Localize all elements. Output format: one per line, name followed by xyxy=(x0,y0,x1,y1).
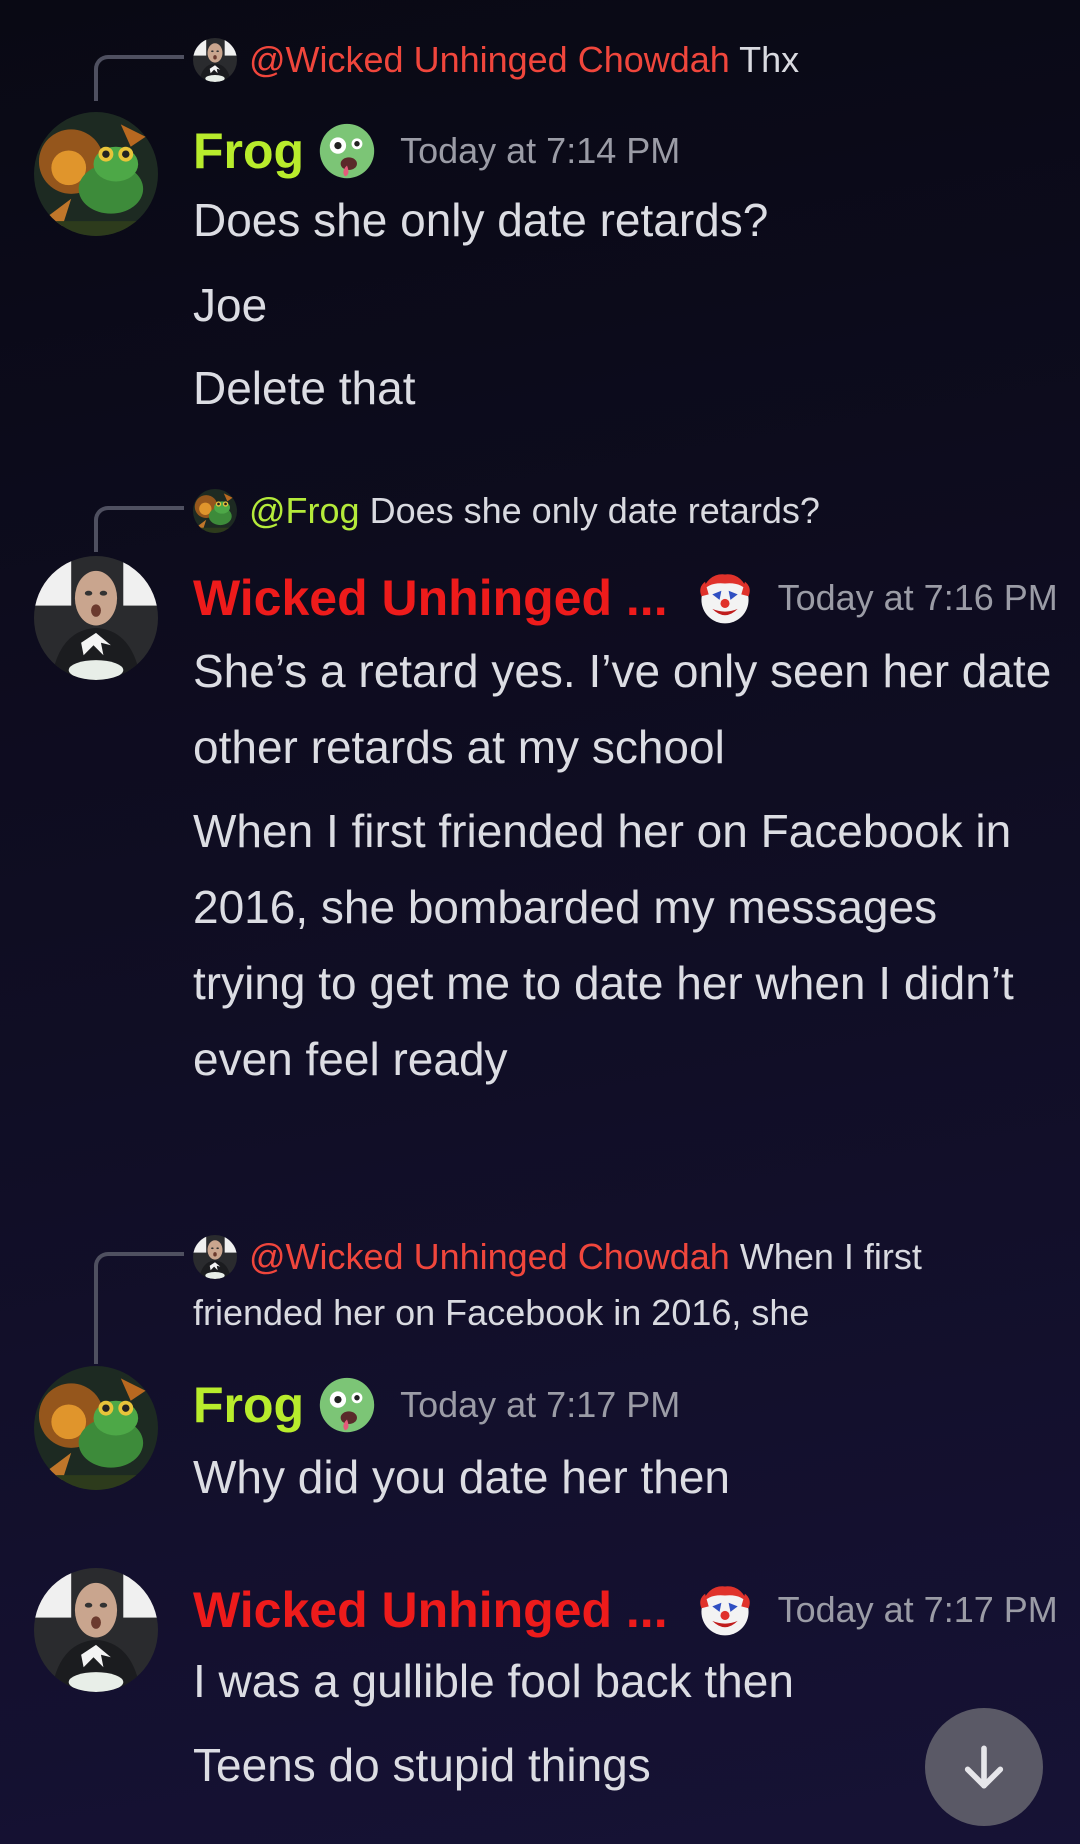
message-header: Wicked Unhinged ... Today at 7:17 PM xyxy=(193,1575,1058,1645)
clown-face-icon xyxy=(696,1581,754,1639)
message-header: Frog Today at 7:14 PM xyxy=(193,116,680,186)
reply-preview[interactable]: @Frog Does she only date retards? xyxy=(193,483,820,539)
author-name[interactable]: Wicked Unhinged ... xyxy=(193,1581,668,1639)
reply-connector xyxy=(94,1252,184,1364)
reply-connector xyxy=(94,506,184,552)
author-name[interactable]: Frog xyxy=(193,122,304,180)
chat-messages[interactable]: @Wicked Unhinged Chowdah Thx Frog Today … xyxy=(0,0,1080,1844)
reply-preview[interactable]: @Wicked Unhinged Chowdah Thx xyxy=(193,32,799,88)
avatar[interactable] xyxy=(34,1366,158,1490)
clown-face-icon xyxy=(696,569,754,627)
reply-preview[interactable]: @Wicked Unhinged Chowdah When I first fr… xyxy=(193,1229,1013,1341)
timestamp: Today at 7:14 PM xyxy=(400,130,681,171)
reply-text: Thx xyxy=(739,39,800,80)
reply-connector xyxy=(94,55,184,101)
reply-avatar xyxy=(193,489,237,533)
message-text: Teens do stupid things xyxy=(193,1739,651,1791)
reply-avatar xyxy=(193,38,237,82)
zombie-face-icon xyxy=(318,1376,376,1434)
avatar[interactable] xyxy=(34,556,158,680)
author-name[interactable]: Frog xyxy=(193,1376,304,1434)
message-text: She’s a retard yes. I’ve only seen her d… xyxy=(193,645,1052,773)
jump-to-bottom-button[interactable] xyxy=(925,1708,1043,1826)
reply-mention[interactable]: @Frog xyxy=(249,490,360,531)
reply-avatar xyxy=(193,1235,237,1279)
timestamp: Today at 7:17 PM xyxy=(400,1384,681,1425)
message-header: Frog Today at 7:17 PM xyxy=(193,1370,680,1440)
reply-mention[interactable]: @Wicked Unhinged Chowdah xyxy=(249,1236,730,1277)
arrow-down-icon xyxy=(964,1745,1004,1789)
reply-text: Does she only date retards? xyxy=(369,490,820,531)
timestamp: Today at 7:16 PM xyxy=(777,577,1058,618)
message-text: Joe xyxy=(193,279,268,331)
message-text: I was a gullible fool back then xyxy=(193,1655,794,1707)
author-name[interactable]: Wicked Unhinged ... xyxy=(193,569,668,627)
reply-mention[interactable]: @Wicked Unhinged Chowdah xyxy=(249,39,730,80)
message-text: Why did you date her then xyxy=(193,1451,730,1503)
avatar[interactable] xyxy=(34,112,158,236)
message-text: Delete that xyxy=(193,362,416,414)
timestamp: Today at 7:17 PM xyxy=(777,1589,1058,1630)
message-header: Wicked Unhinged ... Today at 7:16 PM xyxy=(193,563,1058,633)
zombie-face-icon xyxy=(318,122,376,180)
avatar[interactable] xyxy=(34,1568,158,1692)
message-text: When I first friended her on Facebook in… xyxy=(193,805,1014,1085)
message-text: Does she only date retards? xyxy=(193,194,769,246)
